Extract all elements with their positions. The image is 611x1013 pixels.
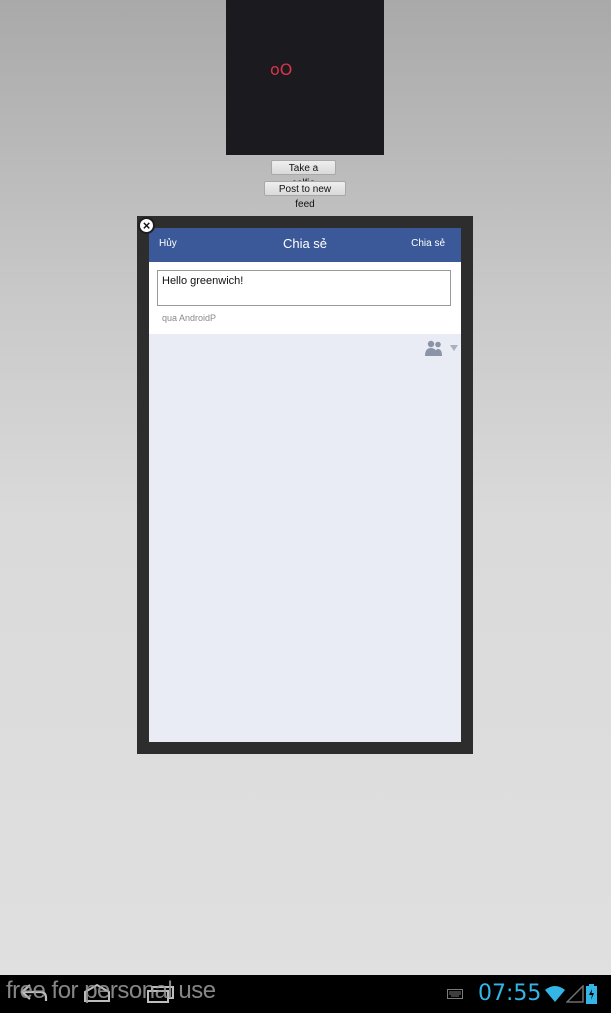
via-label: qua AndroidP <box>162 313 217 323</box>
share-button[interactable]: Chia sẻ <box>411 238 445 249</box>
message-input[interactable]: Hello greenwich! <box>157 270 451 306</box>
signal-icon <box>566 985 584 1003</box>
friends-icon <box>425 340 442 356</box>
share-dialog: Hủy Chia sẻ Chia sẻ Hello greenwich! qua… <box>137 216 473 754</box>
wifi-icon <box>545 986 565 1002</box>
post-to-feed-button[interactable]: Post to new feed <box>264 181 346 210</box>
preview-text: oO <box>270 60 293 79</box>
compose-area: Hello greenwich! qua AndroidP <box>149 262 461 334</box>
share-dialog-content: Hủy Chia sẻ Chia sẻ Hello greenwich! qua… <box>149 228 461 742</box>
camera-preview: oO <box>226 0 384 155</box>
watermark-text: free for personal use <box>6 977 216 1004</box>
chevron-down-icon <box>449 345 458 351</box>
keyboard-icon <box>447 989 463 999</box>
close-icon[interactable]: × <box>138 217 155 234</box>
take-selfie-button[interactable]: Take a selfie <box>271 160 336 189</box>
share-header: Hủy Chia sẻ Chia sẻ <box>149 228 461 262</box>
battery-icon <box>586 984 597 1004</box>
clock: 07:55 <box>478 981 542 1006</box>
audience-selector[interactable] <box>425 340 458 356</box>
